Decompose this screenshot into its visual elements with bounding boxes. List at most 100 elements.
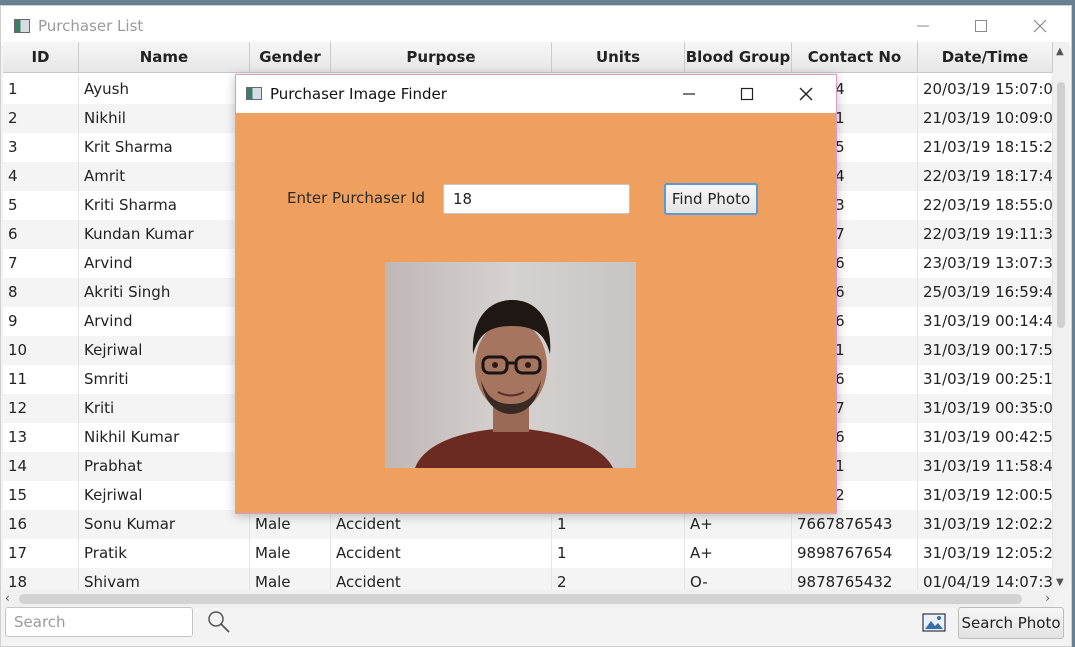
cell-purpose: Accident [331,539,552,568]
cell-name: Kundan Kumar [79,220,250,249]
scroll-up-icon[interactable]: ▲ [1056,46,1064,57]
table-row[interactable]: 18 Shivam Male Accident 2 O- 9878765432 01/04/1… [3,568,1053,590]
cell-id: 11 [3,365,79,394]
cell-datetime: 31/03/19 00:42:59 [918,423,1053,452]
cell-id: 15 [3,481,79,510]
cell-id: 18 [3,568,79,590]
search-photo-button[interactable]: Search Photo [958,607,1064,639]
column-header-gender[interactable]: Gender [250,42,331,73]
maximize-icon[interactable] [958,12,1004,40]
column-header-id[interactable]: ID [3,42,79,73]
minimize-icon[interactable] [900,12,946,40]
cell-name: Smriti [79,365,250,394]
cell-datetime: 31/03/19 00:25:17 [918,365,1053,394]
purchaser-id-label: Enter Purchaser Id [287,189,426,207]
cell-name: Amrit [79,162,250,191]
cell-units: 1 [552,510,685,539]
cell-id: 12 [3,394,79,423]
cell-name: Pratik [79,539,250,568]
cell-id: 2 [3,104,79,133]
photo-icon[interactable] [922,612,947,634]
cell-id: 17 [3,539,79,568]
find-photo-button[interactable]: Find Photo [664,183,758,215]
purchaser-image-finder-dialog: Purchaser Image Finder Enter Purchaser I… [235,74,837,514]
cell-blood-group: A+ [685,539,792,568]
scroll-left-icon[interactable]: ‹ [5,591,10,605]
scroll-right-icon[interactable]: › [1045,591,1050,605]
cell-name: Prabhat [79,452,250,481]
cell-datetime: 22/03/19 19:11:36 [918,220,1053,249]
cell-name: Kriti Sharma [79,191,250,220]
search-icon[interactable] [206,609,232,635]
cell-contact: 9878765432 [792,568,918,590]
cell-name: Shivam [79,568,250,590]
close-icon[interactable] [1017,12,1063,40]
cell-id: 6 [3,220,79,249]
vertical-scroll-thumb[interactable] [1057,82,1065,328]
cell-id: 8 [3,278,79,307]
cell-units: 2 [552,568,685,590]
dialog-close-icon[interactable] [784,80,828,108]
cell-name: Ayush [79,75,250,104]
column-header-blood-group[interactable]: Blood Group [685,42,792,73]
table-row[interactable]: 17 Pratik Male Accident 1 A+ 9898767654 31/03/1… [3,539,1053,568]
cell-name: Nikhil [79,104,250,133]
cell-datetime: 31/03/19 12:00:58 [918,481,1053,510]
cell-datetime: 31/03/19 00:14:49 [918,307,1053,336]
cell-name: Sonu Kumar [79,510,250,539]
app-icon [14,19,30,33]
dialog-app-icon [246,87,262,100]
cell-id: 16 [3,510,79,539]
cell-datetime: 23/03/19 13:07:32 [918,249,1053,278]
cell-name: Akriti Singh [79,278,250,307]
cell-id: 7 [3,249,79,278]
table-header: ID Name Gender Purpose Units Purchased B… [3,42,1053,97]
cell-contact: 9898767654 [792,539,918,568]
cell-datetime: 31/03/19 11:58:42 [918,452,1053,481]
purchaser-id-input[interactable] [443,184,630,214]
cell-datetime: 21/03/19 10:09:05 [918,104,1053,133]
cell-gender: Male [250,539,331,568]
cell-name: Kriti [79,394,250,423]
scroll-down-icon[interactable]: ▼ [1056,577,1064,588]
cell-gender: Male [250,568,331,590]
cell-id: 9 [3,307,79,336]
cell-contact: 7667876543 [792,510,918,539]
cell-datetime: 31/03/19 12:02:23 [918,510,1053,539]
cell-name: Arvind [79,307,250,336]
column-header-purpose[interactable]: Purpose [331,42,552,73]
cell-id: 10 [3,336,79,365]
search-input[interactable] [5,607,193,637]
column-header-units[interactable]: Units Purchased [552,42,685,97]
cell-datetime: 31/03/19 00:35:04 [918,394,1053,423]
main-titlebar: Purchaser List [1,6,1071,46]
column-header-name[interactable]: Name [79,42,250,73]
cell-id: 5 [3,191,79,220]
cell-name: Nikhil Kumar [79,423,250,452]
cell-blood-group: O- [685,568,792,590]
horizontal-scrollbar[interactable]: ‹ › [3,590,1053,608]
window-title: Purchaser List [38,17,144,35]
cell-datetime: 01/04/19 14:07:32 [918,568,1053,590]
cell-datetime: 21/03/19 18:15:23 [918,133,1053,162]
cell-datetime: 25/03/19 16:59:40 [918,278,1053,307]
purchaser-photo [385,262,636,468]
table-row[interactable]: 16 Sonu Kumar Male Accident 1 A+ 7667876543 31/… [3,510,1053,539]
cell-purpose: Accident [331,568,552,590]
cell-name: Kejriwal [79,336,250,365]
cell-datetime: 22/03/19 18:55:03 [918,191,1053,220]
cell-datetime: 20/03/19 15:07:08 [918,75,1053,104]
cell-gender: Male [250,510,331,539]
vertical-scrollbar[interactable]: ▲ ▼ [1053,42,1069,590]
dialog-minimize-icon[interactable] [667,80,711,108]
horizontal-scroll-thumb[interactable] [19,594,1022,604]
cell-name: Kejriwal [79,481,250,510]
cell-datetime: 22/03/19 18:17:44 [918,162,1053,191]
cell-name: Krit Sharma [79,133,250,162]
cell-blood-group: A+ [685,510,792,539]
dialog-maximize-icon[interactable] [725,80,769,108]
column-header-datetime[interactable]: Date/Time [918,42,1053,73]
cell-purpose: Accident [331,510,552,539]
column-header-contact[interactable]: Contact No [792,42,918,73]
cell-id: 3 [3,133,79,162]
